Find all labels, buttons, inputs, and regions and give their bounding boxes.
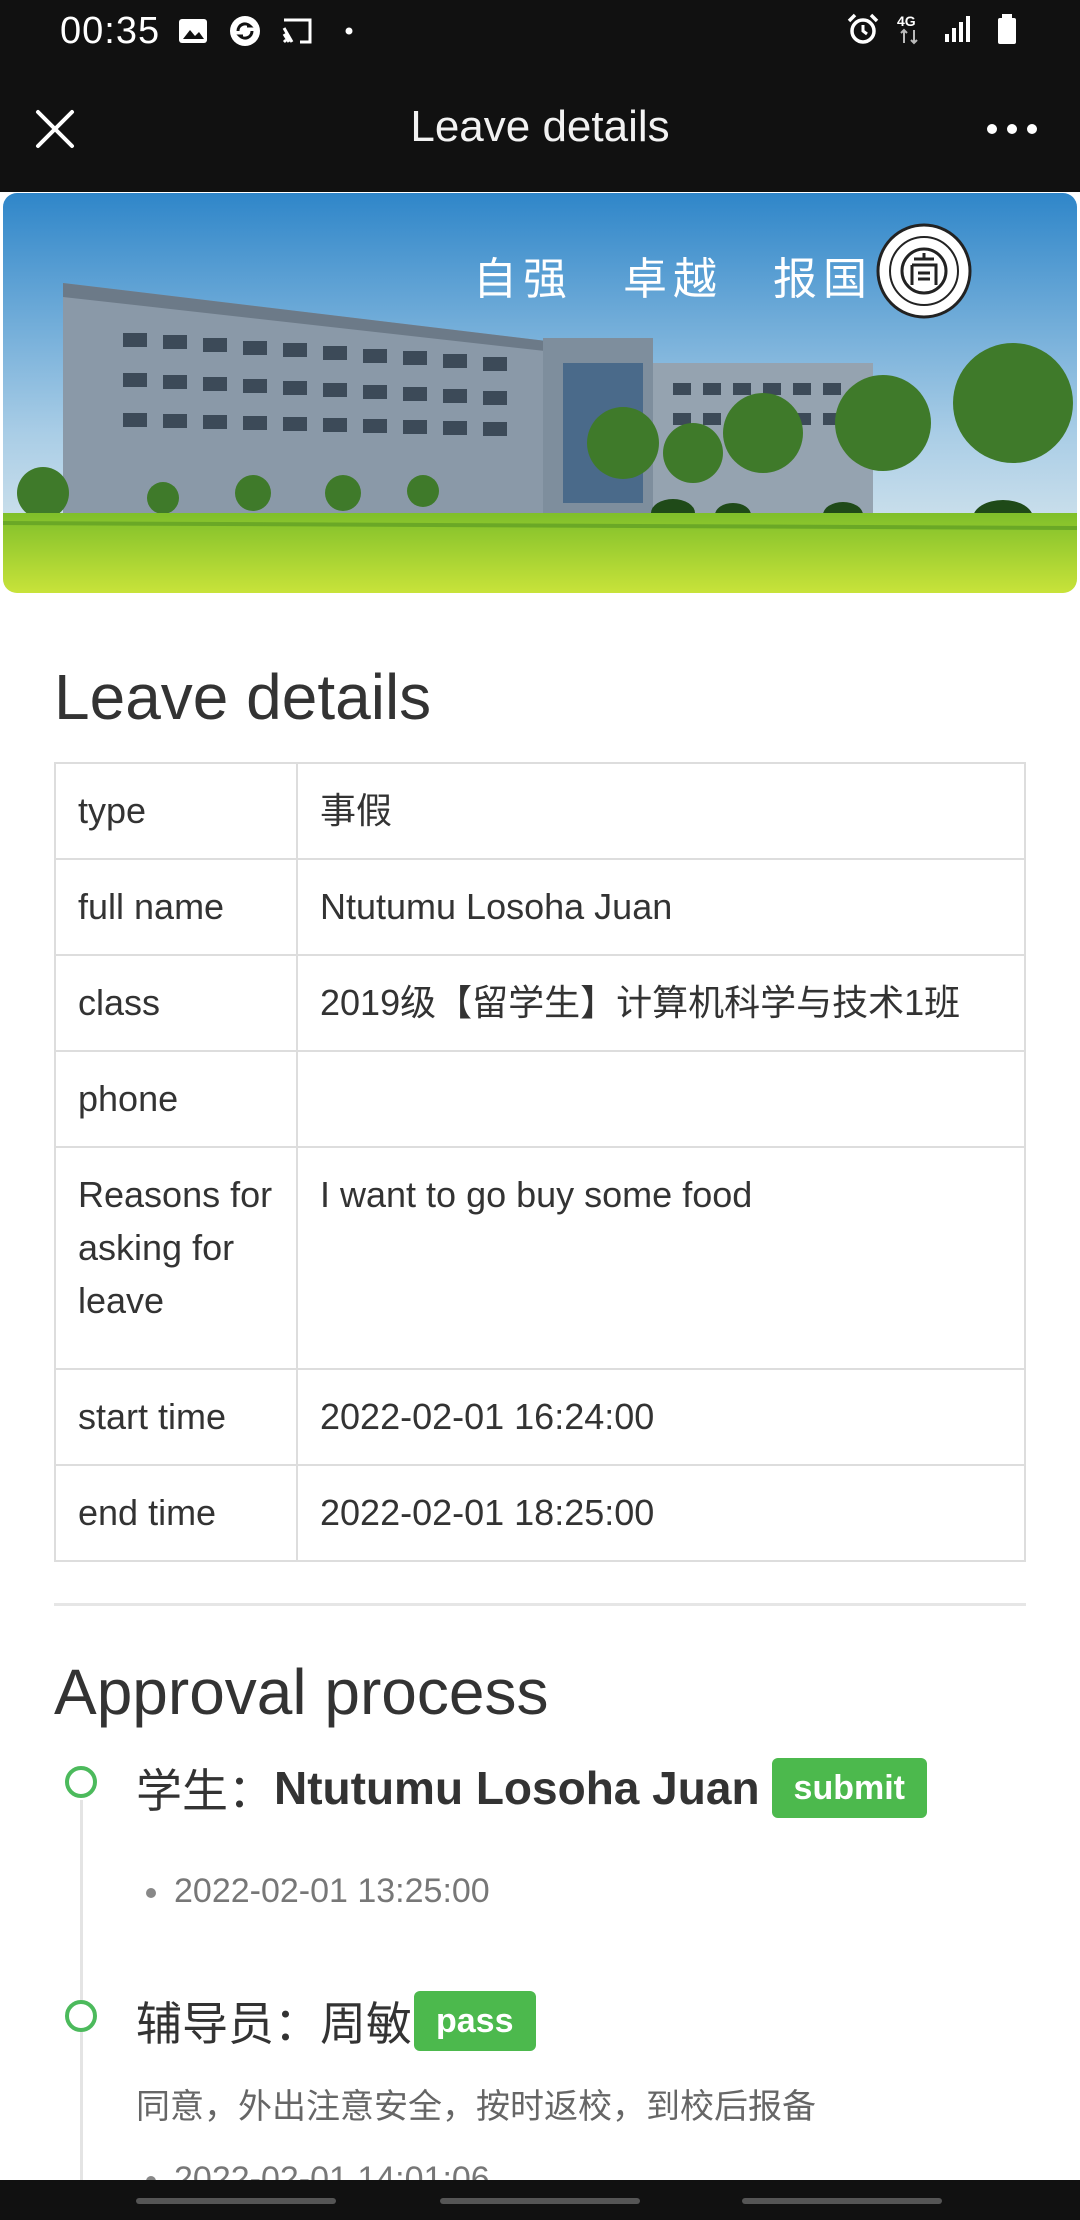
battery-icon: [998, 14, 1016, 44]
page-title: Leave details: [410, 102, 670, 151]
table-row: Reasons for asking for leave I want to g…: [54, 1146, 1026, 1370]
svg-text:4G: 4G: [897, 13, 916, 29]
more-icon[interactable]: [984, 114, 1040, 144]
school-motto: 自强 卓越 报国: [473, 254, 873, 305]
image-icon: [179, 19, 207, 43]
table-row: start time 2022-02-01 16:24:00: [54, 1368, 1026, 1466]
row-value: I want to go buy some food: [296, 1146, 1026, 1370]
step-name: 周敏: [320, 1998, 412, 2050]
table-row: class 2019级【留学生】计算机科学与技术1班: [54, 954, 1026, 1052]
table-row: end time 2022-02-01 18:25:00: [54, 1464, 1026, 1562]
row-key: class: [54, 954, 298, 1052]
leave-details-table: type 事假 full name Ntutumu Losoha Juan cl…: [54, 762, 1026, 1562]
alarm-icon: [847, 13, 879, 44]
timeline-dot-icon: [65, 1766, 97, 1798]
approval-step-header: 学生： Ntutumu Losoha Juan submit: [136, 1755, 927, 1821]
row-key: full name: [54, 858, 298, 956]
row-key: Reasons for asking for leave: [54, 1146, 298, 1370]
table-row: phone: [54, 1050, 1026, 1148]
row-key: type: [54, 762, 298, 860]
signal-icon: [945, 16, 970, 42]
row-value: 2022-02-01 16:24:00: [296, 1368, 1026, 1466]
title-bar: Leave details: [0, 64, 1080, 192]
status-left-icons: [176, 14, 366, 48]
campus-banner: 自强 卓越 报国: [3, 193, 1077, 593]
row-value: Ntutumu Losoha Juan: [296, 858, 1026, 956]
row-value: 2022-02-01 18:25:00: [296, 1464, 1026, 1562]
step-name: Ntutumu Losoha Juan: [274, 1762, 760, 1814]
step-time: 2022-02-01 13:25:00: [146, 1872, 490, 1911]
dot-icon: [345, 27, 353, 35]
cast-icon: [282, 18, 312, 44]
nav-recent-handle[interactable]: [136, 2198, 336, 2204]
timeline-dot-icon: [65, 2000, 97, 2032]
nav-home-handle[interactable]: [440, 2198, 640, 2204]
status-bar: 00:35 4G: [0, 0, 1080, 64]
sync-icon: [230, 16, 260, 46]
school-seal-icon: [876, 223, 972, 319]
table-row: full name Ntutumu Losoha Juan: [54, 858, 1026, 956]
step-comment: 同意，外出注意安全，按时返校，到校后报备: [136, 2088, 816, 2126]
row-key: phone: [54, 1050, 298, 1148]
approval-step-header: 辅导员： 周敏 pass: [136, 1988, 536, 2054]
status-badge: pass: [414, 1991, 536, 2051]
row-value: [296, 1050, 1026, 1148]
step-time-text: 2022-02-01 13:25:00: [174, 1872, 490, 1910]
status-badge: submit: [771, 1758, 927, 1818]
nav-back-handle[interactable]: [742, 2198, 942, 2204]
approval-heading: Approval process: [54, 1656, 549, 1728]
row-key: start time: [54, 1368, 298, 1466]
4g-icon: 4G: [897, 13, 918, 45]
status-right-icons: 4G: [846, 12, 1024, 46]
details-heading: Leave details: [54, 661, 432, 733]
section-divider: [54, 1603, 1026, 1606]
table-row: type 事假: [54, 762, 1026, 860]
row-key: end time: [54, 1464, 298, 1562]
status-time: 00:35: [60, 10, 161, 52]
bottom-nav-bar: [0, 2180, 1080, 2220]
step-role: 学生：: [136, 1765, 274, 1817]
bullet-icon: [146, 1888, 156, 1899]
row-value: 2019级【留学生】计算机科学与技术1班: [296, 954, 1026, 1052]
step-role: 辅导员：: [136, 1998, 320, 2050]
row-value: 事假: [296, 762, 1026, 860]
